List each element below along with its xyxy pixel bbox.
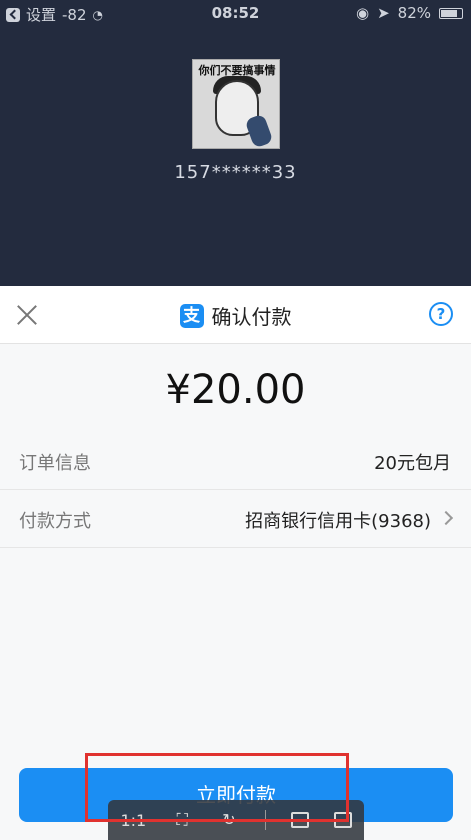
payment-method-label: 付款方式 <box>19 511 91 532</box>
payment-amount: ¥20.00 <box>165 367 306 413</box>
alipay-logo-icon: 支 <box>179 303 204 328</box>
order-info-value: 20元包月 <box>374 453 451 474</box>
payment-method-row[interactable]: 付款方式 招商银行信用卡(9368) <box>0 490 471 548</box>
order-info-label: 订单信息 <box>19 453 91 474</box>
chevron-right-icon <box>438 510 454 526</box>
status-right: ◉ ➤ 82% <box>356 4 463 22</box>
sheet-title: 确认付款 <box>211 305 292 329</box>
avatar-hand <box>244 113 274 149</box>
account-number: 157******33 <box>174 162 297 183</box>
battery-fill <box>441 9 457 17</box>
help-icon[interactable]: ? <box>429 302 453 326</box>
avatar: 你们不要搞事情 <box>192 59 280 149</box>
status-bar: 设置 -82 ◔ 08:52 ◉ ➤ 82% <box>0 0 471 26</box>
highlight-box <box>85 753 349 822</box>
sheet-header: 支 确认付款 ? <box>0 286 471 344</box>
location-icon: ➤ <box>377 4 390 22</box>
payment-method-value: 招商银行信用卡(9368) <box>245 511 431 532</box>
battery-icon <box>439 7 463 19</box>
title-wrap: 支 确认付款 <box>0 301 471 330</box>
battery-percent: 82% <box>397 4 431 22</box>
order-info-row: 订单信息 20元包月 <box>0 432 471 490</box>
rotation-lock-icon: ◉ <box>355 4 370 22</box>
